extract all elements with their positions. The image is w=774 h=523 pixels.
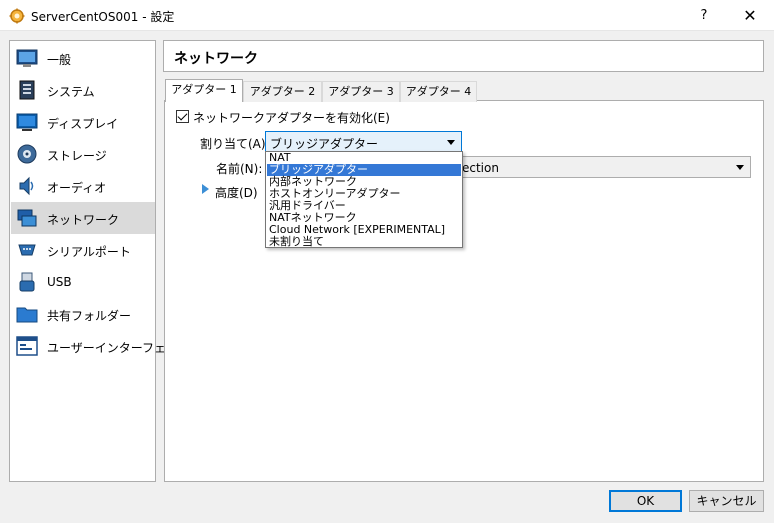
attached-to-dropdown: NAT ブリッジアダプター 内部ネットワーク ホストオンリーアダプター 汎用ドラ… xyxy=(265,151,463,248)
sidebar-item-label: 一般 xyxy=(47,53,72,67)
dropdown-option-not-attached[interactable]: 未割り当て xyxy=(267,236,461,248)
chevron-down-icon xyxy=(447,140,455,145)
sidebar-item-user-interface[interactable]: ユーザーインターフェース xyxy=(11,330,189,362)
settings-sidebar: 一般 システム ディスプレイ ストレージ オーディオ ネットワーク シリアルポー… xyxy=(9,40,189,482)
sidebar-item-usb[interactable]: USB xyxy=(11,266,155,298)
sidebar-item-system[interactable]: システム xyxy=(11,74,155,106)
storage-icon xyxy=(17,144,37,164)
advanced-toggle[interactable]: 高度(D) xyxy=(215,184,258,201)
sidebar-item-audio[interactable]: オーディオ xyxy=(11,170,155,202)
shared-folder-icon xyxy=(16,307,38,323)
tab-adapter-3[interactable]: アダプター 3 xyxy=(322,81,400,102)
title-bar: ServerCentOS001 - 設定 ? ✕ xyxy=(0,0,774,31)
tab-adapter-2[interactable]: アダプター 2 xyxy=(243,81,322,102)
sidebar-item-storage[interactable]: ストレージ xyxy=(11,138,155,170)
enable-adapter-checkbox[interactable] xyxy=(176,110,189,123)
sidebar-item-general[interactable]: 一般 xyxy=(11,42,155,74)
window-title: ServerCentOS001 - 設定 xyxy=(31,10,175,24)
page-title: ネットワーク xyxy=(174,51,258,67)
enable-adapter-label[interactable]: ネットワークアダプターを有効化(E) xyxy=(193,109,390,126)
cancel-button[interactable]: キャンセル xyxy=(689,490,764,512)
usb-icon xyxy=(19,272,35,292)
virtualbox-icon xyxy=(9,8,25,24)
help-button[interactable]: ? xyxy=(690,4,718,28)
attached-to-value: ブリッジアダプター xyxy=(270,137,379,151)
close-button[interactable]: ✕ xyxy=(732,4,768,28)
sidebar-item-label: USB xyxy=(47,275,72,289)
chevron-down-icon xyxy=(736,165,744,170)
user-interface-icon xyxy=(16,336,38,356)
adapter-name-value: ection xyxy=(462,161,499,175)
display-icon xyxy=(16,113,38,131)
expand-arrow-icon[interactable] xyxy=(202,184,209,194)
network-icon xyxy=(17,209,37,227)
sidebar-item-label: ネットワーク xyxy=(47,213,120,227)
serial-port-icon xyxy=(18,244,36,256)
system-icon xyxy=(19,80,35,100)
sidebar-item-label: オーディオ xyxy=(47,181,107,195)
attached-to-combo[interactable]: ブリッジアダプター xyxy=(265,131,462,152)
sidebar-item-shared-folder[interactable]: 共有フォルダー xyxy=(11,298,155,330)
sidebar-item-label: システム xyxy=(47,85,95,99)
sidebar-item-display[interactable]: ディスプレイ xyxy=(11,106,155,138)
tab-adapter-1[interactable]: アダプター 1 xyxy=(165,79,243,102)
page-header: ネットワーク xyxy=(163,40,764,72)
adapter-name-combo[interactable]: ection xyxy=(455,156,751,178)
tab-adapter-4[interactable]: アダプター 4 xyxy=(400,81,477,102)
sidebar-item-label: ディスプレイ xyxy=(47,117,119,131)
adapter-name-label: 名前(N): xyxy=(216,162,263,176)
attached-to-label: 割り当て(A): xyxy=(200,137,270,151)
sidebar-item-network[interactable]: ネットワーク xyxy=(11,202,155,234)
general-icon xyxy=(16,49,38,67)
ok-button[interactable]: OK xyxy=(609,490,682,512)
sidebar-item-label: 共有フォルダー xyxy=(47,309,132,323)
sidebar-item-label: シリアルポート xyxy=(47,245,131,259)
audio-icon xyxy=(19,176,34,196)
sidebar-item-label: ストレージ xyxy=(47,149,107,163)
sidebar-item-serial-port[interactable]: シリアルポート xyxy=(11,234,155,266)
